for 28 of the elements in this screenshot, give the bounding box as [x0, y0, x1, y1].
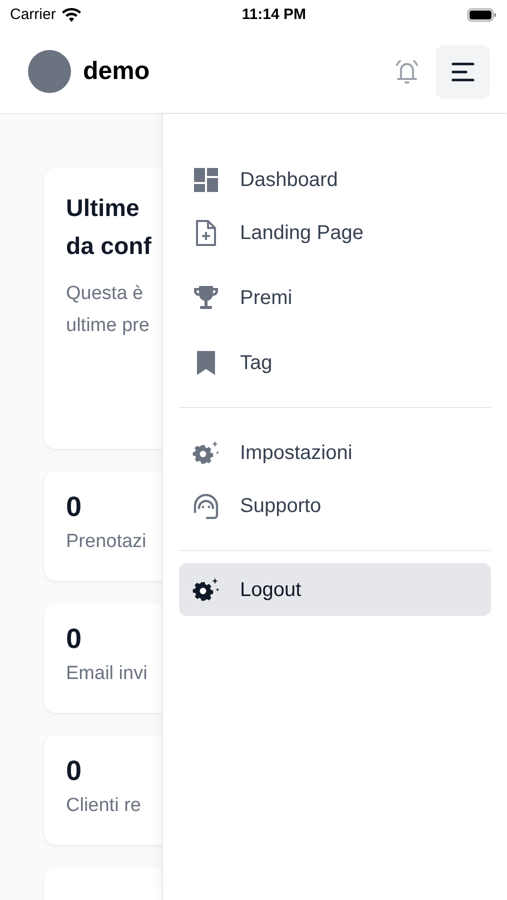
menu-button[interactable] [436, 44, 490, 98]
wifi-icon [62, 8, 81, 22]
menu-item[interactable]: Logout [179, 563, 491, 616]
file-plus-icon [194, 218, 218, 246]
status-time: 11:14 PM [242, 4, 306, 25]
menu-item[interactable]: Tag [179, 330, 491, 395]
bookmark-icon [195, 350, 217, 376]
stat-value: 0 [66, 622, 82, 656]
stat-value: 0 [66, 490, 82, 524]
stat-label: Email invi [66, 662, 148, 686]
user-name: demo [83, 56, 150, 87]
gear-sparkle-icon [192, 440, 220, 466]
dashboard-icon [193, 166, 219, 192]
card-title: da conf [66, 232, 152, 262]
card-description: Questa è [66, 282, 144, 306]
menu-icon [451, 62, 475, 82]
stat-label: Clienti re [66, 794, 141, 818]
card-title: Ultime [66, 194, 140, 224]
carrier-label: Carrier [10, 4, 56, 25]
card-description: ultime pre [66, 314, 150, 338]
headset-icon [192, 492, 220, 518]
trophy-icon [193, 284, 219, 310]
menu-item[interactable]: Premi [179, 265, 491, 330]
avatar[interactable] [28, 50, 71, 93]
battery-icon [467, 8, 497, 22]
stat-label: Prenotazi [66, 530, 146, 554]
gear-sparkle-icon [192, 576, 220, 602]
stat-value: 0 [66, 754, 82, 788]
